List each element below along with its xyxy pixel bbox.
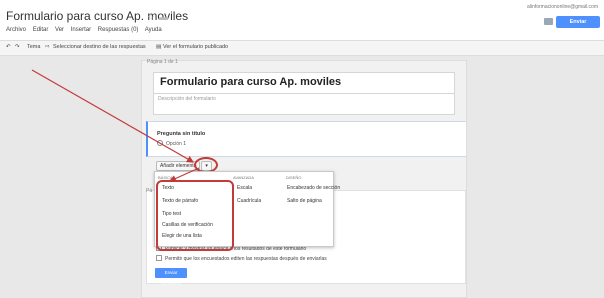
- radio-icon: [157, 140, 163, 146]
- menu-header-design: DISEÑO: [286, 175, 302, 180]
- option-label: Opción 1: [166, 141, 187, 147]
- responses-destination-button[interactable]: Seleccionar destino de las respuestas: [53, 44, 146, 50]
- menu-bar: Archivo Editar Ver Insertar Respuestas (…: [6, 27, 167, 33]
- page-label: Página 1 de 1: [147, 59, 178, 65]
- allow-edit-option[interactable]: Permitir que los encuestados editen las …: [156, 255, 327, 262]
- star-icon[interactable]: ☆: [147, 12, 155, 23]
- view-published-button[interactable]: Ver el formulario publicado: [163, 44, 228, 50]
- menu-item-page-break[interactable]: Salto de página: [287, 198, 322, 204]
- form-description-placeholder: Descripción del formulario: [158, 96, 216, 102]
- submit-form-button[interactable]: Enviar formulario: [155, 268, 187, 285]
- checkbox-icon[interactable]: [156, 255, 162, 261]
- account-email[interactable]: alinformaciononline@gmail.com: [527, 4, 598, 10]
- view-form-icon[interactable]: ▤: [156, 44, 161, 50]
- menu-ayuda[interactable]: Ayuda: [145, 27, 162, 33]
- redo-icon[interactable]: ↷: [15, 44, 20, 50]
- question-title: Pregunta sin título: [157, 131, 206, 137]
- highlight-box: [156, 180, 234, 251]
- menu-item-scale[interactable]: Escala: [237, 185, 252, 191]
- menu-respuestas[interactable]: Respuestas (0): [98, 27, 139, 33]
- question-card[interactable]: [146, 121, 466, 157]
- undo-icon[interactable]: ↶: [6, 44, 11, 50]
- confirmation-page-label: Pá: [146, 188, 153, 194]
- comments-icon[interactable]: [544, 18, 553, 25]
- toolbar: ↶ ↷ Tema ⇨ Seleccionar destino de las re…: [0, 40, 604, 56]
- theme-button[interactable]: Tema: [27, 44, 40, 50]
- menu-item-section-header[interactable]: Encabezado de sección: [287, 185, 340, 191]
- question-option-1: Opción 1: [157, 140, 186, 147]
- menu-editar[interactable]: Editar: [33, 27, 49, 33]
- app-header: Formulario para curso Ap. moviles ☆ ▬ Ar…: [0, 0, 604, 40]
- menu-ver[interactable]: Ver: [55, 27, 64, 33]
- form-title: Formulario para curso Ap. moviles: [160, 76, 342, 88]
- menu-header-advanced: AVANZADA: [233, 175, 254, 180]
- menu-item-grid[interactable]: Cuadrícula: [237, 198, 261, 204]
- folder-icon[interactable]: ▬: [159, 12, 168, 22]
- responses-destination-icon[interactable]: ⇨: [45, 44, 50, 50]
- menu-insertar[interactable]: Insertar: [71, 27, 91, 33]
- send-form-button[interactable]: Enviar formulario: [556, 16, 600, 37]
- menu-archivo[interactable]: Archivo: [6, 27, 26, 33]
- allow-edit-label: Permitir que los encuestados editen las …: [165, 256, 327, 262]
